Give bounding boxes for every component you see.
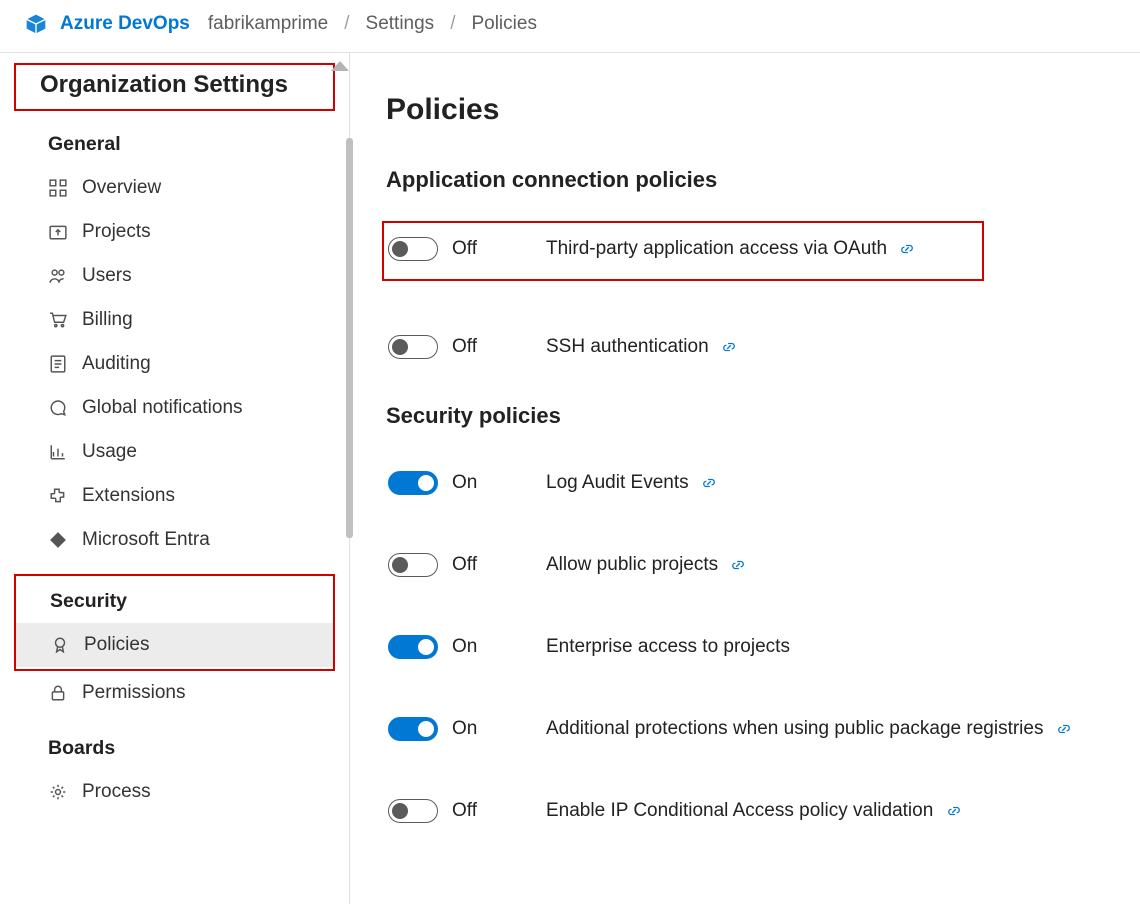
policy-row-public-projects: Off Allow public projects — [386, 539, 1140, 595]
sidebar-item-label: Auditing — [82, 353, 151, 375]
toggle-public-projects[interactable] — [388, 553, 438, 577]
sidebar-item-label: Policies — [84, 634, 149, 656]
toggle-ip-conditional[interactable] — [388, 799, 438, 823]
toggle-state: On — [452, 636, 514, 658]
sidebar-item-label: Permissions — [82, 682, 185, 704]
breadcrumb-org[interactable]: fabrikamprime — [208, 13, 328, 35]
azure-devops-logo-icon — [22, 10, 50, 38]
sidebar-title-highlight: Organization Settings — [14, 63, 335, 111]
policy-row-enterprise-access: On Enterprise access to projects — [386, 621, 1140, 677]
policy-group-security: Security policies — [386, 403, 1140, 429]
sidebar-item-label: Extensions — [82, 485, 175, 507]
link-icon[interactable] — [702, 476, 716, 490]
top-breadcrumb-bar: Azure DevOps fabrikamprime / Settings / … — [0, 0, 1140, 52]
sidebar-item-permissions[interactable]: Permissions — [0, 671, 349, 715]
policy-row-ip-conditional: Off Enable IP Conditional Access policy … — [386, 785, 1140, 841]
sidebar-item-billing[interactable]: Billing — [0, 298, 349, 342]
sidebar-item-label: Microsoft Entra — [82, 529, 210, 551]
users-icon — [48, 266, 68, 286]
sidebar-scrollbar[interactable] — [346, 138, 353, 538]
sidebar-item-label: Billing — [82, 309, 133, 331]
sidebar-item-label: Process — [82, 781, 151, 803]
sidebar-item-policies[interactable]: Policies — [16, 623, 333, 667]
sidebar-item-label: Usage — [82, 441, 137, 463]
toggle-state: Off — [452, 336, 514, 358]
toggle-oauth[interactable] — [388, 237, 438, 261]
sidebar-item-usage[interactable]: Usage — [0, 430, 349, 474]
puzzle-icon — [48, 486, 68, 506]
breadcrumb-settings[interactable]: Settings — [366, 13, 435, 35]
policy-label: Additional protections when using public… — [546, 718, 1071, 740]
sidebar-group-security: Security — [16, 576, 333, 623]
policy-row-package-registries: On Additional protections when using pub… — [386, 703, 1140, 759]
upload-icon — [48, 222, 68, 242]
sidebar-item-process[interactable]: Process — [0, 770, 349, 814]
toggle-ssh[interactable] — [388, 335, 438, 359]
sidebar-item-projects[interactable]: Projects — [0, 210, 349, 254]
diamond-icon — [48, 530, 68, 550]
page-title: Policies — [386, 93, 1140, 127]
sidebar-item-auditing[interactable]: Auditing — [0, 342, 349, 386]
toggle-package-registries[interactable] — [388, 717, 438, 741]
link-icon[interactable] — [947, 804, 961, 818]
sidebar-item-label: Projects — [82, 221, 151, 243]
sidebar-item-label: Overview — [82, 177, 161, 199]
sidebar-group-boards: Boards — [0, 715, 349, 770]
chat-icon — [48, 398, 68, 418]
badge-icon — [50, 635, 70, 655]
breadcrumb-policies[interactable]: Policies — [471, 13, 536, 35]
toggle-log-audit[interactable] — [388, 471, 438, 495]
grid-icon — [48, 178, 68, 198]
policy-label: Enterprise access to projects — [546, 636, 790, 658]
list-icon — [48, 354, 68, 374]
policy-row-ssh: Off SSH authentication — [386, 321, 1140, 377]
sidebar-item-label: Global notifications — [82, 397, 243, 419]
toggle-state: Off — [452, 800, 514, 822]
breadcrumb-sep: / — [450, 13, 455, 35]
toggle-state: Off — [452, 554, 514, 576]
sidebar-item-global-notifications[interactable]: Global notifications — [0, 386, 349, 430]
sidebar-group-general: General — [0, 111, 349, 166]
product-name[interactable]: Azure DevOps — [60, 13, 190, 35]
main-content: Policies Application connection policies… — [350, 52, 1140, 904]
toggle-state: Off — [452, 238, 514, 260]
sidebar-title: Organization Settings — [40, 71, 315, 99]
policy-label: Allow public projects — [546, 554, 745, 576]
policy-label: Third-party application access via OAuth — [546, 238, 914, 260]
sidebar: Organization Settings General Overview P… — [0, 52, 350, 904]
sidebar-security-highlight: Security Policies — [14, 574, 335, 671]
link-icon[interactable] — [900, 242, 914, 256]
sidebar-item-overview[interactable]: Overview — [0, 166, 349, 210]
sidebar-item-extensions[interactable]: Extensions — [0, 474, 349, 518]
link-icon[interactable] — [722, 340, 736, 354]
policy-row-log-audit: On Log Audit Events — [386, 457, 1140, 513]
chart-icon — [48, 442, 68, 462]
policy-label: Log Audit Events — [546, 472, 716, 494]
lock-icon — [48, 683, 68, 703]
policy-row-oauth: Off Third-party application access via O… — [382, 221, 984, 281]
scroll-up-arrow-icon[interactable] — [331, 61, 349, 71]
policy-label: SSH authentication — [546, 336, 736, 358]
sidebar-item-label: Users — [82, 265, 132, 287]
breadcrumb-sep: / — [344, 13, 349, 35]
link-icon[interactable] — [731, 558, 745, 572]
sidebar-item-users[interactable]: Users — [0, 254, 349, 298]
toggle-enterprise-access[interactable] — [388, 635, 438, 659]
toggle-state: On — [452, 718, 514, 740]
sidebar-item-microsoft-entra[interactable]: Microsoft Entra — [0, 518, 349, 562]
link-icon[interactable] — [1057, 722, 1071, 736]
policy-group-app-connection: Application connection policies — [386, 167, 1140, 193]
toggle-state: On — [452, 472, 514, 494]
gear-icon — [48, 782, 68, 802]
cart-icon — [48, 310, 68, 330]
policy-label: Enable IP Conditional Access policy vali… — [546, 800, 961, 822]
